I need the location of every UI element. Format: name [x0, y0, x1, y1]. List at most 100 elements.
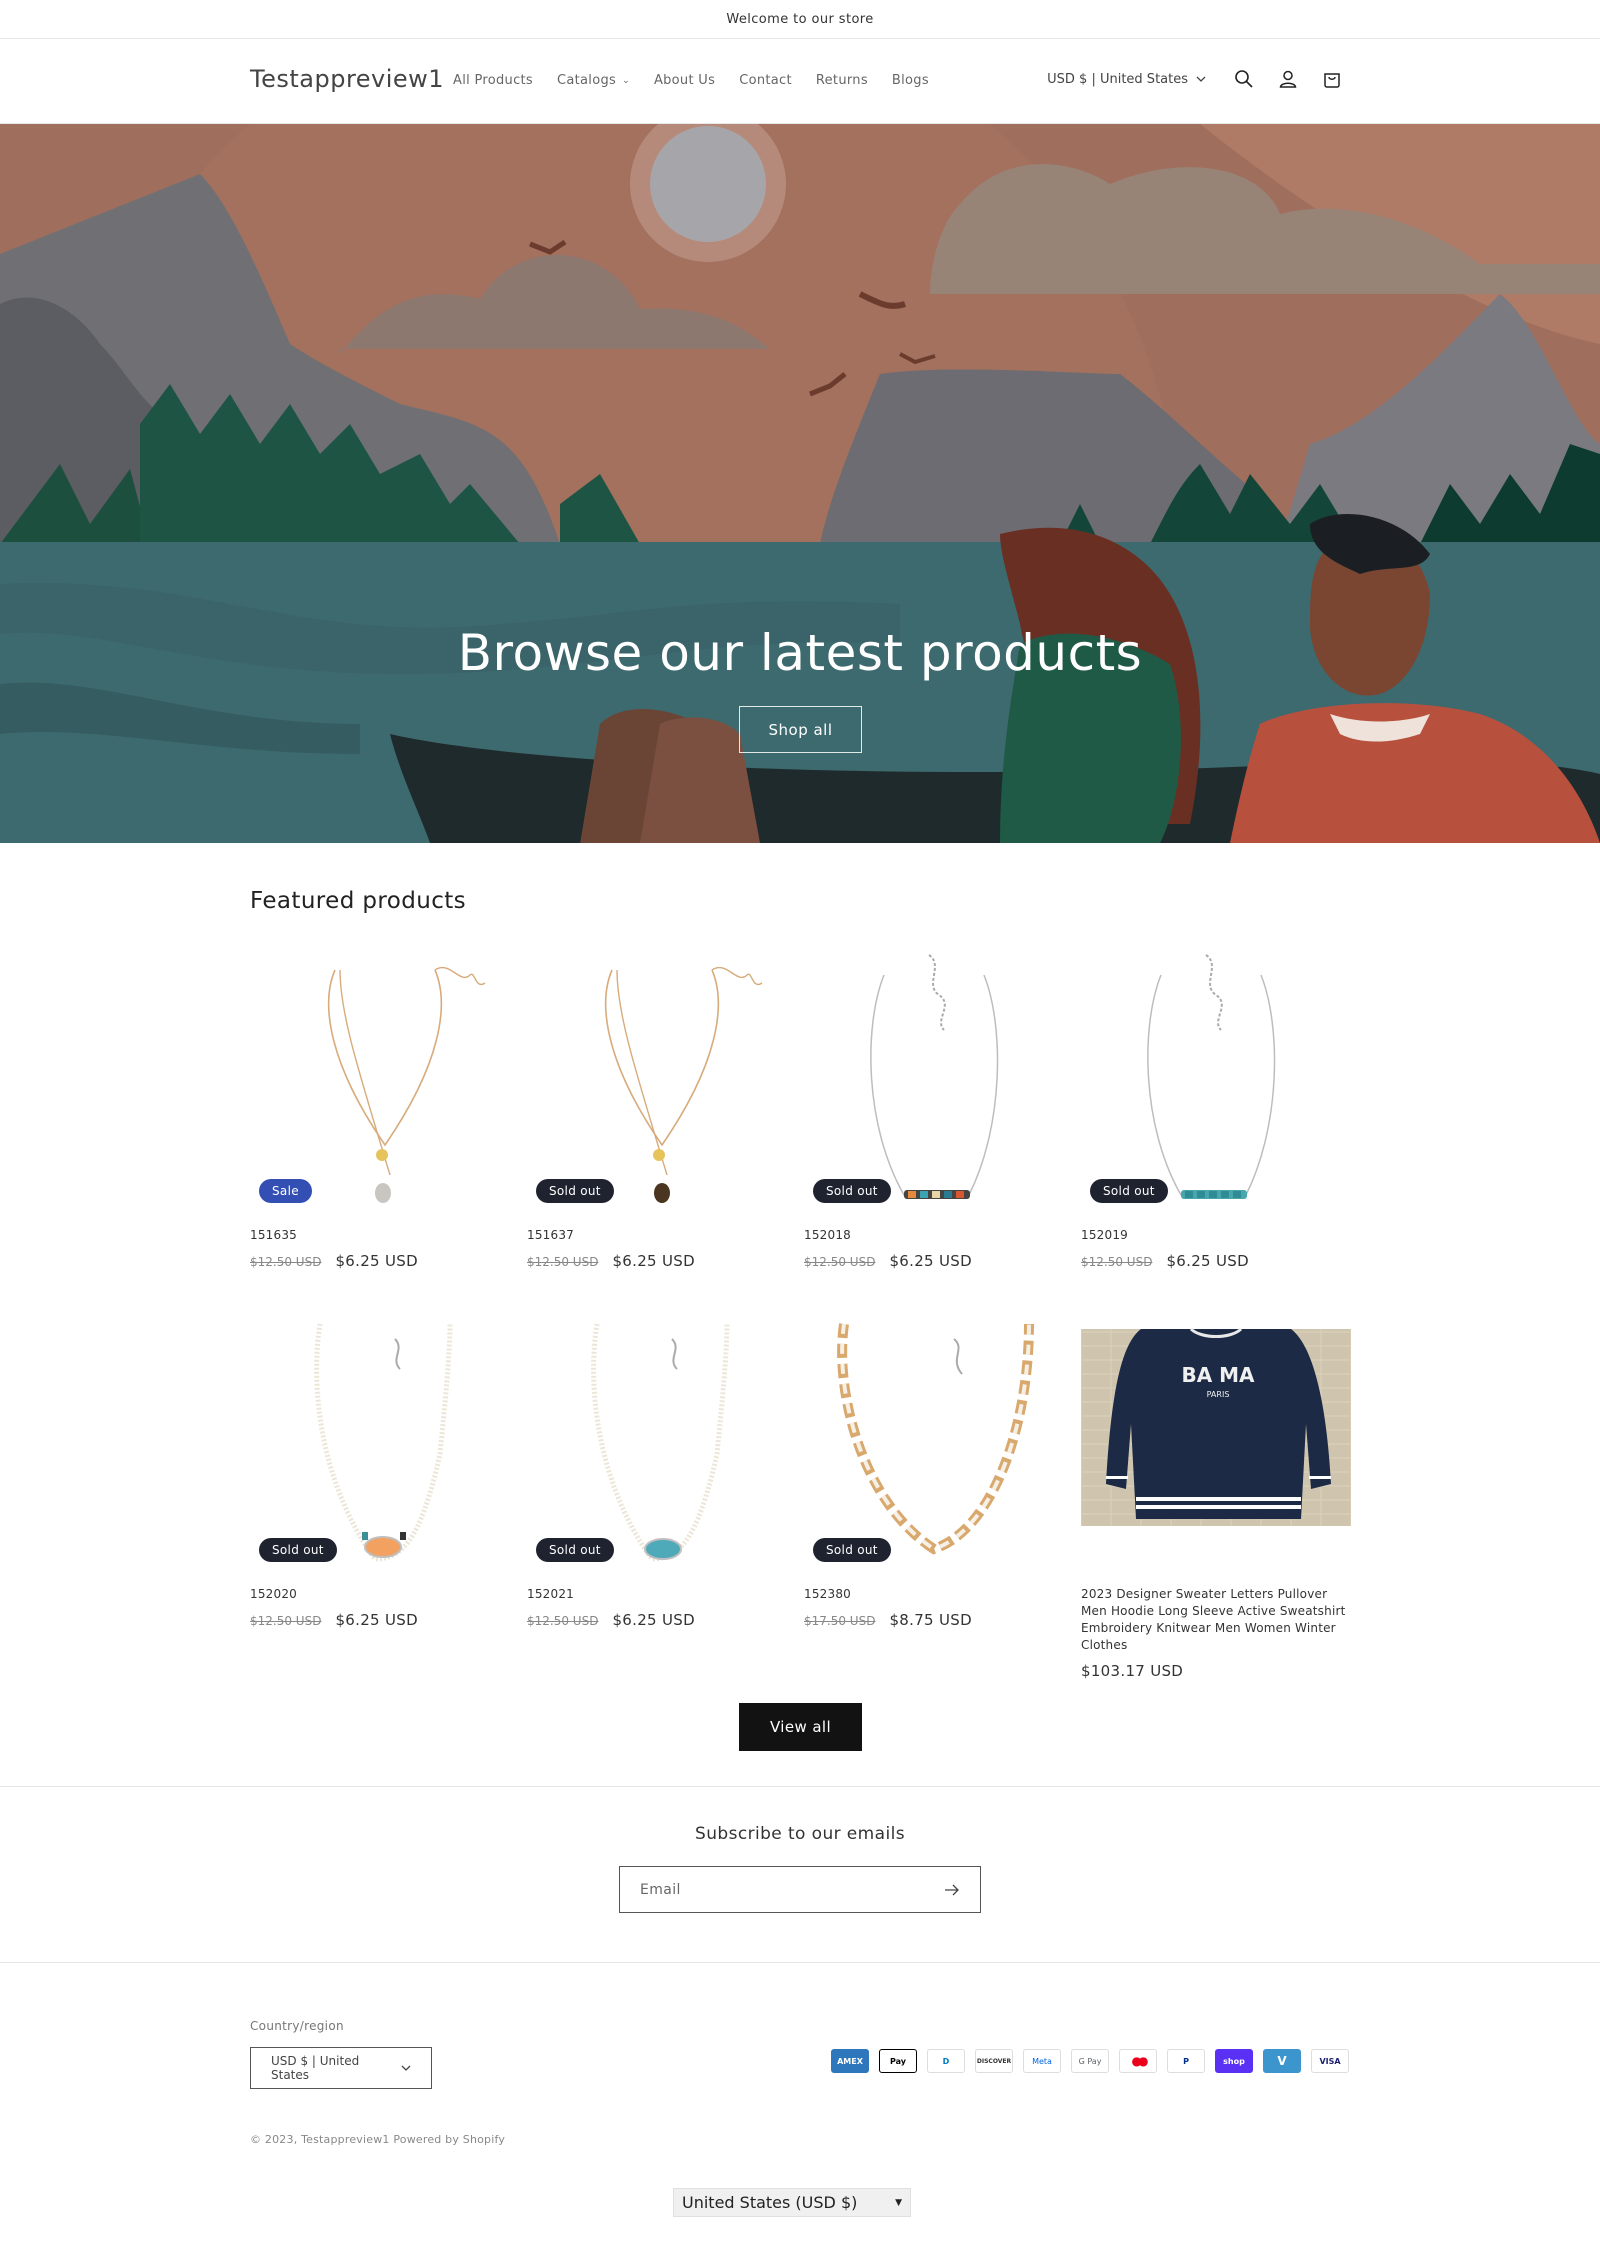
- regular-price: $17.50 USD: [804, 1614, 876, 1628]
- nav-blogs[interactable]: Blogs: [892, 73, 929, 88]
- product-card[interactable]: Sale 151635 $12.50 USD $6.25 USD: [250, 945, 520, 1270]
- price-row: $12.50 USD $6.25 USD: [527, 1611, 797, 1629]
- regular-price: $12.50 USD: [250, 1614, 322, 1628]
- product-image[interactable]: Sold out: [527, 945, 797, 1215]
- price-row: $12.50 USD $6.25 USD: [804, 1252, 1074, 1270]
- product-image[interactable]: BA MA PARIS: [1081, 1304, 1351, 1574]
- announcement-text: Welcome to our store: [726, 11, 874, 27]
- footer-divider: [0, 1962, 1600, 1963]
- newsletter-title: Subscribe to our emails: [695, 1824, 905, 1844]
- product-name[interactable]: 152380: [804, 1586, 1074, 1603]
- locale-value: United States (USD $): [682, 2193, 858, 2212]
- sale-price: $6.25 USD: [612, 1252, 695, 1270]
- cart-icon[interactable]: [1320, 67, 1344, 91]
- pearl-necklace-image: [314, 1323, 453, 1562]
- email-placeholder: Email: [640, 1881, 681, 1898]
- featured-title: Featured products: [250, 888, 467, 914]
- currency-label: USD $ | United States: [1047, 71, 1188, 87]
- sale-price: $6.25 USD: [1166, 1252, 1249, 1270]
- email-field[interactable]: Email: [619, 1866, 981, 1913]
- product-card[interactable]: Sold out 152380 $17.50 USD $8.75 USD: [804, 1304, 1074, 1629]
- price-row: $12.50 USD $6.25 USD: [1081, 1252, 1351, 1270]
- search-icon[interactable]: [1232, 67, 1256, 91]
- google-pay-icon: G Pay: [1071, 2049, 1109, 2073]
- price-row: $12.50 USD $6.25 USD: [250, 1252, 520, 1270]
- meta-pay-icon: Meta: [1023, 2049, 1061, 2073]
- shop-all-button[interactable]: Shop all: [739, 706, 862, 753]
- product-image[interactable]: Sold out: [250, 1304, 520, 1574]
- status-badge: Sold out: [1090, 1179, 1168, 1203]
- header-actions: USD $ | United States: [1047, 67, 1344, 91]
- mastercard-icon: ●●: [1119, 2049, 1157, 2073]
- nav-catalogs[interactable]: Catalogs ⌄: [557, 73, 630, 88]
- nav-contact[interactable]: Contact: [739, 73, 792, 88]
- product-name[interactable]: 152021: [527, 1586, 797, 1603]
- sweater-print-sub: PARIS: [1207, 1390, 1230, 1399]
- shop-pay-icon: shop: [1215, 2049, 1253, 2073]
- status-badge: Sold out: [813, 1538, 891, 1562]
- account-icon[interactable]: [1276, 67, 1300, 91]
- apple-pay-icon: Pay: [879, 2049, 917, 2073]
- product-name[interactable]: 152018: [804, 1227, 1074, 1244]
- regular-price: $12.50 USD: [804, 1255, 876, 1269]
- product-name[interactable]: 151635: [250, 1227, 520, 1244]
- gold-necklace-image: [327, 967, 486, 1203]
- product-name[interactable]: 2023 Designer Sweater Letters Pullover M…: [1081, 1586, 1351, 1654]
- product-image[interactable]: Sold out: [804, 945, 1074, 1215]
- silver-necklace-image: [1147, 954, 1276, 1199]
- discover-icon: DISCOVER: [975, 2049, 1013, 2073]
- venmo-icon: V: [1263, 2049, 1301, 2073]
- paypal-icon: P: [1167, 2049, 1205, 2073]
- product-card[interactable]: Sold out 152020 $12.50 USD $6.25 USD: [250, 1304, 520, 1629]
- arrow-right-icon[interactable]: [944, 1884, 960, 1896]
- sale-price: $8.75 USD: [889, 1611, 972, 1629]
- nav-returns[interactable]: Returns: [816, 73, 868, 88]
- payment-icons: AMEX Pay D DISCOVER Meta G Pay ●● P shop…: [831, 2049, 1349, 2073]
- view-all-button[interactable]: View all: [739, 1703, 862, 1751]
- product-image[interactable]: Sold out: [804, 1304, 1074, 1574]
- sweater-print: BA MA: [1181, 1363, 1255, 1387]
- sweater-image: BA MA PARIS: [1081, 1327, 1351, 1526]
- chevron-down-icon: [1196, 76, 1206, 82]
- announcement-bar: Welcome to our store: [0, 0, 1600, 39]
- amex-icon: AMEX: [831, 2049, 869, 2073]
- product-image[interactable]: Sale: [250, 945, 520, 1215]
- product-card[interactable]: BA MA PARIS 2023 Designer Sweater Letter…: [1081, 1304, 1351, 1680]
- chevron-down-icon: [401, 2065, 411, 2071]
- country-label: Country/region: [250, 2019, 344, 2033]
- store-logo[interactable]: Testappreview1: [250, 65, 444, 93]
- price-row: $12.50 USD $6.25 USD: [250, 1611, 520, 1629]
- regular-price: $12.50 USD: [527, 1614, 599, 1628]
- product-card[interactable]: Sold out 151637 $12.50 USD $6.25 USD: [527, 945, 797, 1270]
- dropdown-arrow-icon: ▼: [895, 2197, 902, 2208]
- product-name[interactable]: 152019: [1081, 1227, 1351, 1244]
- price-row: $103.17 USD: [1081, 1662, 1351, 1680]
- country-value: USD $ | United States: [271, 2054, 360, 2082]
- product-card[interactable]: Sold out 152019 $12.50 USD $6.25 USD: [1081, 945, 1351, 1270]
- product-image[interactable]: Sold out: [1081, 945, 1351, 1215]
- product-card[interactable]: Sold out 152021 $12.50 USD $6.25 USD: [527, 1304, 797, 1629]
- nav-all-products[interactable]: All Products: [453, 73, 533, 88]
- pearl-necklace-image: [591, 1323, 730, 1562]
- price: $103.17 USD: [1081, 1662, 1184, 1680]
- currency-selector[interactable]: USD $ | United States: [1047, 72, 1206, 87]
- hero-banner: Browse our latest products Shop all: [0, 124, 1600, 843]
- locale-select[interactable]: United States (USD $) ▼: [673, 2188, 911, 2217]
- product-image[interactable]: Sold out: [527, 1304, 797, 1574]
- status-badge: Sold out: [536, 1179, 614, 1203]
- product-name[interactable]: 151637: [527, 1227, 797, 1244]
- regular-price: $12.50 USD: [527, 1255, 599, 1269]
- visa-icon: VISA: [1311, 2049, 1349, 2073]
- status-badge: Sold out: [813, 1179, 891, 1203]
- product-name[interactable]: 152020: [250, 1586, 520, 1603]
- country-selector[interactable]: USD $ | United States: [250, 2047, 432, 2089]
- product-card[interactable]: Sold out 152018 $12.50 USD $6.25 USD: [804, 945, 1074, 1270]
- gold-necklace-image: [604, 967, 763, 1203]
- regular-price: $12.50 USD: [1081, 1255, 1153, 1269]
- status-badge: Sold out: [536, 1538, 614, 1562]
- sale-price: $6.25 USD: [335, 1252, 418, 1270]
- regular-price: $12.50 USD: [250, 1255, 322, 1269]
- nav-about-us[interactable]: About Us: [654, 73, 715, 88]
- sale-price: $6.25 USD: [889, 1252, 972, 1270]
- chevron-down-icon: ⌄: [622, 75, 630, 86]
